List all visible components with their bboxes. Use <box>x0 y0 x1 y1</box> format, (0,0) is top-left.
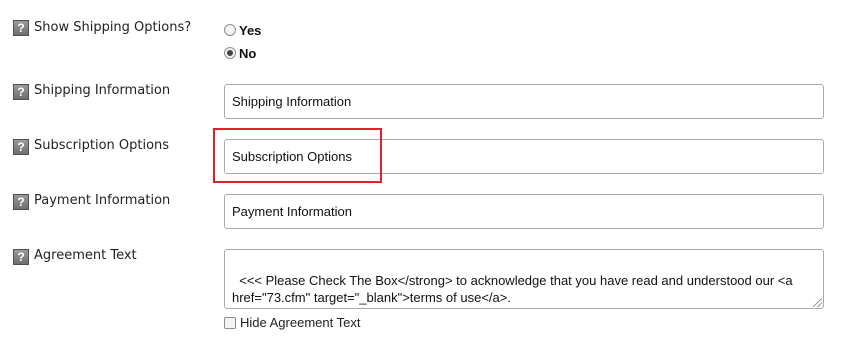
resize-grip-icon[interactable] <box>813 298 822 307</box>
help-icon[interactable]: ? <box>13 139 29 155</box>
payment-information-field[interactable]: Payment Information <box>224 194 824 229</box>
hide-agreement-text-checkbox[interactable] <box>224 316 236 329</box>
radio-yes-indicator[interactable] <box>224 24 236 36</box>
radio-yes-label: Yes <box>239 22 262 38</box>
radio-no-label: No <box>239 45 257 61</box>
hide-agreement-text-label: Hide Agreement Text <box>240 315 361 330</box>
payment-information-label: Payment Information <box>34 193 171 208</box>
radio-no-indicator[interactable] <box>224 47 236 59</box>
agreement-text-value: <<< Please Check The Box</strong> to ack… <box>232 273 797 305</box>
shipping-information-value: Shipping Information <box>232 94 352 109</box>
help-icon[interactable]: ? <box>13 249 29 265</box>
radio-yes[interactable]: Yes <box>224 22 261 38</box>
help-icon[interactable]: ? <box>13 20 29 36</box>
shipping-information-field[interactable]: Shipping Information <box>224 84 824 119</box>
shipping-information-label: Shipping Information <box>34 83 171 98</box>
agreement-text-textarea[interactable]: <<< Please Check The Box</strong> to ack… <box>224 249 824 309</box>
subscription-options-label: Subscription Options <box>34 138 170 153</box>
payment-information-value: Payment Information <box>232 204 352 219</box>
help-icon[interactable]: ? <box>13 194 29 210</box>
hide-agreement-text-checkbox-row[interactable]: Hide Agreement Text <box>224 315 360 330</box>
highlight-box <box>213 128 382 183</box>
shipping-options-label: Show Shipping Options? <box>34 20 192 35</box>
radio-no[interactable]: No <box>224 45 256 61</box>
help-icon[interactable]: ? <box>13 84 29 100</box>
agreement-text-label: Agreement Text <box>34 248 137 263</box>
